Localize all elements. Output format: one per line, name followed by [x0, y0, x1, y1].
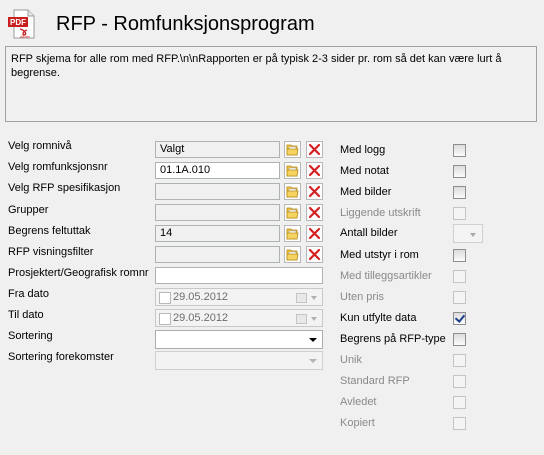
label-rfp-spesifikasjon: Velg RFP spesifikasjon — [8, 182, 121, 194]
label-avledet: Avledet — [340, 396, 377, 408]
label-feltuttak: Begrens feltuttak — [8, 225, 91, 237]
sortering-select[interactable] — [155, 330, 323, 349]
delete-icon[interactable] — [306, 141, 323, 158]
antall-bilder-select[interactable] — [453, 224, 483, 243]
folder-icon[interactable] — [284, 246, 301, 263]
label-antall-bilder: Antall bilder — [340, 227, 398, 239]
folder-icon[interactable] — [284, 162, 301, 179]
folder-icon[interactable] — [284, 141, 301, 158]
label-romfunksjonsnr: Velg romfunksjonsnr — [8, 161, 108, 173]
med-bilder-checkbox[interactable] — [453, 186, 466, 199]
folder-icon[interactable] — [284, 183, 301, 200]
label-grupper: Grupper — [8, 204, 49, 216]
fra-dato-picker[interactable]: 29.05.2012 — [155, 288, 323, 306]
label-kopiert: Kopiert — [340, 417, 375, 429]
standard-rfp-checkbox[interactable] — [453, 375, 466, 388]
delete-icon[interactable] — [306, 204, 323, 221]
label-fra-dato: Fra dato — [8, 288, 49, 300]
kopiert-checkbox[interactable] — [453, 417, 466, 430]
prosjektert-romnr-input[interactable] — [155, 267, 323, 284]
feltuttak-field: 14 — [155, 225, 280, 242]
label-standard-rfp: Standard RFP — [340, 375, 410, 387]
chevron-down-icon[interactable] — [470, 233, 476, 237]
delete-icon[interactable] — [306, 225, 323, 242]
unik-checkbox[interactable] — [453, 354, 466, 367]
adobe-label: Adobe — [20, 35, 30, 39]
label-visningsfilter: RFP visningsfilter — [8, 246, 94, 258]
med-tilleggsartikler-checkbox[interactable] — [453, 270, 466, 283]
med-logg-checkbox[interactable] — [453, 144, 466, 157]
kun-utfylte-data-checkbox[interactable] — [453, 312, 466, 325]
sortering-forekomster-select[interactable] — [155, 351, 323, 370]
pdf-icon-label: PDF — [10, 18, 26, 27]
folder-icon[interactable] — [284, 204, 301, 221]
label-med-logg: Med logg — [340, 144, 386, 156]
delete-icon[interactable] — [306, 162, 323, 179]
begrens-rfp-type-checkbox[interactable] — [453, 333, 466, 346]
label-kun-utfylte-data: Kun utfylte data — [340, 312, 417, 324]
med-notat-checkbox[interactable] — [453, 165, 466, 178]
label-sortering-forekomster: Sortering forekomster — [8, 351, 114, 363]
chevron-down-icon[interactable] — [309, 338, 317, 342]
label-romniva: Velg romnivå — [8, 140, 72, 152]
label-prosjektert: Prosjektert/Geografisk romnr — [8, 267, 149, 279]
avledet-checkbox[interactable] — [453, 396, 466, 409]
romniva-field: Valgt — [155, 141, 280, 158]
label-sortering: Sortering — [8, 330, 53, 342]
folder-icon[interactable] — [284, 225, 301, 242]
label-unik: Unik — [340, 354, 363, 366]
label-begrens-rfp-type: Begrens på RFP-type — [340, 333, 446, 345]
label-med-tilleggsartikler: Med tilleggsartikler — [340, 270, 432, 282]
calendar-icon[interactable] — [296, 314, 307, 324]
fra-dato-checkbox[interactable] — [159, 292, 171, 304]
label-med-bilder: Med bilder — [340, 186, 392, 198]
delete-icon[interactable] — [306, 246, 323, 263]
chevron-down-icon[interactable] — [311, 317, 317, 321]
delete-icon[interactable] — [306, 183, 323, 200]
label-med-notat: Med notat — [340, 165, 389, 177]
calendar-icon[interactable] — [296, 293, 307, 303]
visningsfilter-field — [155, 246, 280, 263]
romfunksjonsnr-field[interactable]: 01.1A.010 — [155, 162, 280, 179]
liggende-utskrift-checkbox[interactable] — [453, 207, 466, 220]
label-uten-pris: Uten pris — [340, 291, 385, 303]
grupper-field — [155, 204, 280, 221]
label-til-dato: Til dato — [8, 309, 44, 321]
chevron-down-icon[interactable] — [311, 296, 317, 300]
fra-dato-value: 29.05.2012 — [173, 291, 229, 303]
report-description: RFP skjema for alle rom med RFP.\n\nRapp… — [5, 46, 537, 122]
til-dato-value: 29.05.2012 — [173, 312, 229, 324]
pdf-document-icon: PDF Adobe — [8, 9, 35, 39]
til-dato-checkbox[interactable] — [159, 313, 171, 325]
chevron-down-icon[interactable] — [309, 359, 317, 363]
label-liggende-utskrift: Liggende utskrift — [340, 207, 421, 219]
label-med-utstyr: Med utstyr i rom — [340, 249, 419, 261]
med-utstyr-checkbox[interactable] — [453, 249, 466, 262]
uten-pris-checkbox[interactable] — [453, 291, 466, 304]
page-title: RFP - Romfunksjonsprogram — [56, 13, 315, 35]
rfp-spesifikasjon-field — [155, 183, 280, 200]
til-dato-picker[interactable]: 29.05.2012 — [155, 309, 323, 327]
